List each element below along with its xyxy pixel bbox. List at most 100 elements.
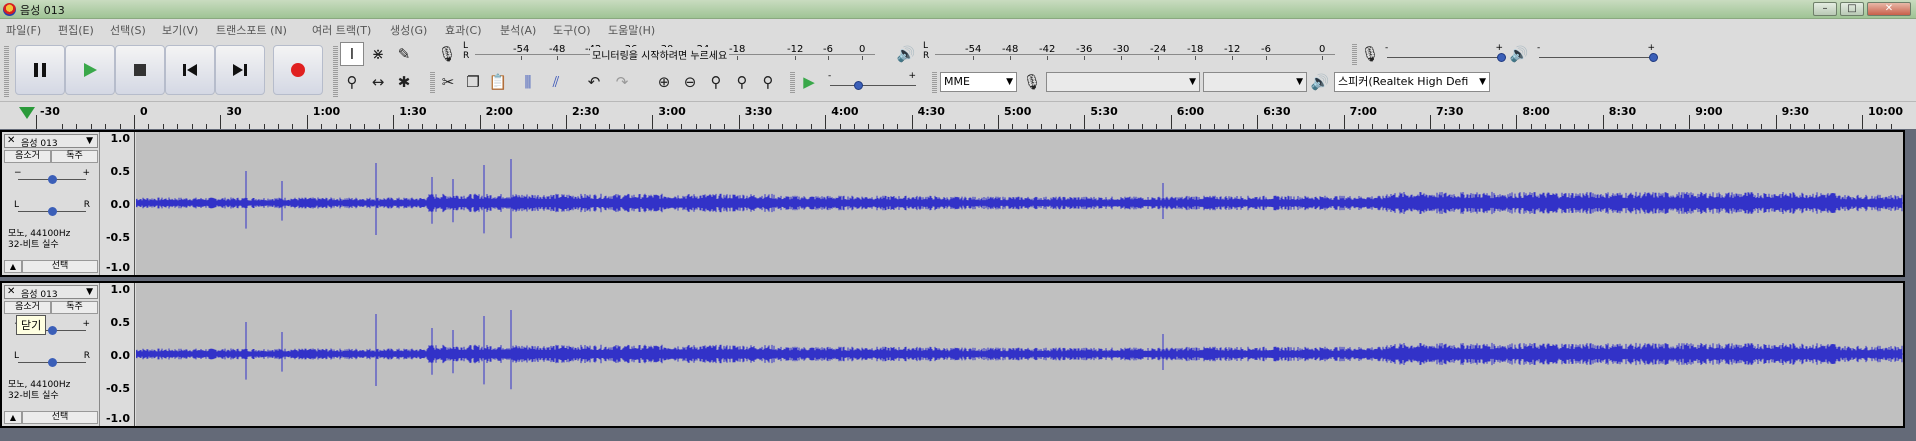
chevron-down-icon[interactable]: ▼ xyxy=(86,136,93,146)
solo-button[interactable]: 독주 xyxy=(51,301,98,314)
collapse-track-icon[interactable]: ▲ xyxy=(4,260,22,273)
close-icon[interactable]: ✕ xyxy=(7,135,15,146)
play-at-speed-button[interactable]: ▶ xyxy=(797,70,821,94)
fit-selection-button[interactable]: ⚲ xyxy=(704,70,728,94)
skip-to-end-button[interactable] xyxy=(215,45,265,95)
maximize-button[interactable]: □ xyxy=(1840,2,1864,16)
record-button[interactable] xyxy=(273,45,323,95)
zoom-out-button[interactable]: ⊖ xyxy=(678,70,702,94)
menu-analyze[interactable]: 분석(A) xyxy=(500,22,536,38)
slider-knob[interactable] xyxy=(47,326,57,335)
trim-button[interactable]: ⫼ xyxy=(516,70,540,94)
menu-file[interactable]: 파일(F) xyxy=(6,22,41,38)
envelope-tool-button[interactable]: ⋇ xyxy=(366,42,390,66)
menu-edit[interactable]: 편집(E) xyxy=(58,22,94,38)
pause-button[interactable] xyxy=(15,45,65,95)
draw-tool-button[interactable]: ✎ xyxy=(392,42,416,66)
track-name-menu[interactable]: 음성 013 xyxy=(21,136,58,149)
playback-device-select[interactable]: 스피커(Realtek High Defi ▼ xyxy=(1334,72,1490,92)
playback-meter[interactable]: L R -54 -48 -42 -36 -30 -24 -18 -12 -6 0 xyxy=(923,41,1335,63)
play-meter-button[interactable]: 🔊 xyxy=(894,42,918,66)
record-meter-button[interactable]: 🎙 xyxy=(435,42,459,66)
minimize-button[interactable]: – xyxy=(1813,2,1837,16)
toolbar-grip[interactable] xyxy=(790,71,795,93)
chevron-down-icon: ▼ xyxy=(1006,77,1013,87)
timeline-minor-tick xyxy=(1070,124,1071,129)
slider-knob[interactable] xyxy=(47,358,57,367)
window-title: 음성 013 xyxy=(20,4,65,17)
toolbar-grip[interactable] xyxy=(333,45,338,97)
menu-help[interactable]: 도움말(H) xyxy=(608,22,655,38)
redo-button[interactable]: ↷ xyxy=(610,70,634,94)
undo-button[interactable]: ↶ xyxy=(582,70,606,94)
track-name-menu[interactable]: 음성 013 xyxy=(21,287,58,300)
timeline-minor-tick xyxy=(969,124,971,129)
menu-tracks[interactable]: 여러 트랙(T) xyxy=(312,22,371,38)
gain-slider[interactable]: − + xyxy=(14,168,90,186)
timeline-ruler[interactable]: -30 0 30 1:00 1:30 2:00 2:30 3:00 3:30 4:00 4:30 5:… xyxy=(0,101,1916,129)
playback-volume-slider[interactable]: - + xyxy=(1537,43,1658,65)
chevron-down-icon[interactable]: ▼ xyxy=(86,287,93,297)
mute-button[interactable]: 음소거 xyxy=(4,301,51,314)
play-head-triangle-icon[interactable] xyxy=(19,107,35,119)
close-window-button[interactable]: ✕ xyxy=(1867,2,1911,16)
playback-volume-button[interactable]: 🔊 xyxy=(1507,42,1531,66)
menu-select[interactable]: 선택(S) xyxy=(110,22,146,38)
timeline-minor-tick xyxy=(1876,124,1878,129)
audio-track[interactable]: ✕ 음성 013 ▼ 음소거 독주 − + L R 모노, 44100Hz 32… xyxy=(0,130,1905,277)
select-track-button[interactable]: 선택 xyxy=(22,260,98,273)
timeline-tick xyxy=(393,115,395,129)
mute-button[interactable]: 음소거 xyxy=(4,150,51,163)
play-speed-slider[interactable]: - + xyxy=(828,71,918,93)
play-button[interactable] xyxy=(65,45,115,95)
playback-device-value: 스피커(Realtek High Defi xyxy=(1338,75,1469,88)
slider-knob[interactable] xyxy=(47,175,57,184)
stop-button[interactable] xyxy=(115,45,165,95)
multi-tool-button[interactable]: ✱ xyxy=(392,70,416,94)
menu-effect[interactable]: 효과(C) xyxy=(445,22,482,38)
menu-view[interactable]: 보기(V) xyxy=(162,22,198,38)
record-volume-slider[interactable]: - + xyxy=(1385,43,1506,65)
slider-knob[interactable] xyxy=(1497,53,1506,62)
menu-generate[interactable]: 생성(G) xyxy=(390,22,427,38)
toolbar-grip[interactable] xyxy=(932,71,937,93)
timeline-minor-tick xyxy=(1199,124,1201,129)
cut-button[interactable]: ✂ xyxy=(436,70,460,94)
menu-tools[interactable]: 도구(O) xyxy=(553,22,590,38)
timeline-tick xyxy=(1775,115,1777,129)
zoom-in-icon: ⊕ xyxy=(657,73,671,91)
solo-button[interactable]: 독주 xyxy=(51,150,98,163)
select-track-button[interactable]: 선택 xyxy=(22,411,98,424)
paste-button[interactable]: 📋 xyxy=(486,70,510,94)
toolbar-grip[interactable] xyxy=(4,45,9,97)
recording-channels-select[interactable]: ▼ xyxy=(1203,72,1307,92)
waveform-area[interactable] xyxy=(135,283,1903,426)
pan-slider[interactable]: L R xyxy=(14,200,90,218)
selection-tool-button[interactable]: I xyxy=(340,42,364,66)
menu-transport[interactable]: 트랜스포트 (N) xyxy=(216,22,287,38)
slider-knob[interactable] xyxy=(47,207,57,216)
slider-knob[interactable] xyxy=(1649,53,1658,62)
record-volume-button[interactable]: 🎙 xyxy=(1358,42,1382,66)
collapse-track-icon[interactable]: ▲ xyxy=(4,411,22,424)
zoom-toggle-button[interactable]: ⚲ xyxy=(756,70,780,94)
fit-project-button[interactable]: ⚲ xyxy=(730,70,754,94)
vertical-ruler[interactable]: 1.0 0.5 0.0 -0.5 -1.0 xyxy=(101,283,135,426)
vertical-ruler[interactable]: 1.0 0.5 0.0 -0.5 -1.0 xyxy=(101,132,135,275)
close-icon[interactable]: ✕ xyxy=(7,286,15,297)
slider-knob[interactable] xyxy=(854,81,864,90)
copy-button[interactable]: ❐ xyxy=(461,70,485,94)
monitor-prompt[interactable]: 모니터링을 시작하려면 누르세요 xyxy=(590,47,730,62)
zoom-tool-button[interactable]: ⚲ xyxy=(340,70,364,94)
waveform-area[interactable] xyxy=(135,132,1903,275)
toolbar-grip[interactable] xyxy=(430,71,435,93)
pan-slider[interactable]: L R xyxy=(14,351,90,369)
audio-host-select[interactable]: MME ▼ xyxy=(940,72,1017,92)
recording-device-select[interactable]: ▼ xyxy=(1046,72,1200,92)
time-shift-tool-button[interactable]: ↔ xyxy=(366,70,390,94)
silence-button[interactable]: ⫽ xyxy=(544,70,568,94)
zoom-in-button[interactable]: ⊕ xyxy=(652,70,676,94)
toolbar-grip[interactable] xyxy=(1352,43,1357,65)
skip-to-start-button[interactable] xyxy=(165,45,215,95)
audio-track[interactable]: ✕ 음성 013 ▼ 음소거 독주 − + L R 모노, 44100Hz 32… xyxy=(0,281,1905,428)
